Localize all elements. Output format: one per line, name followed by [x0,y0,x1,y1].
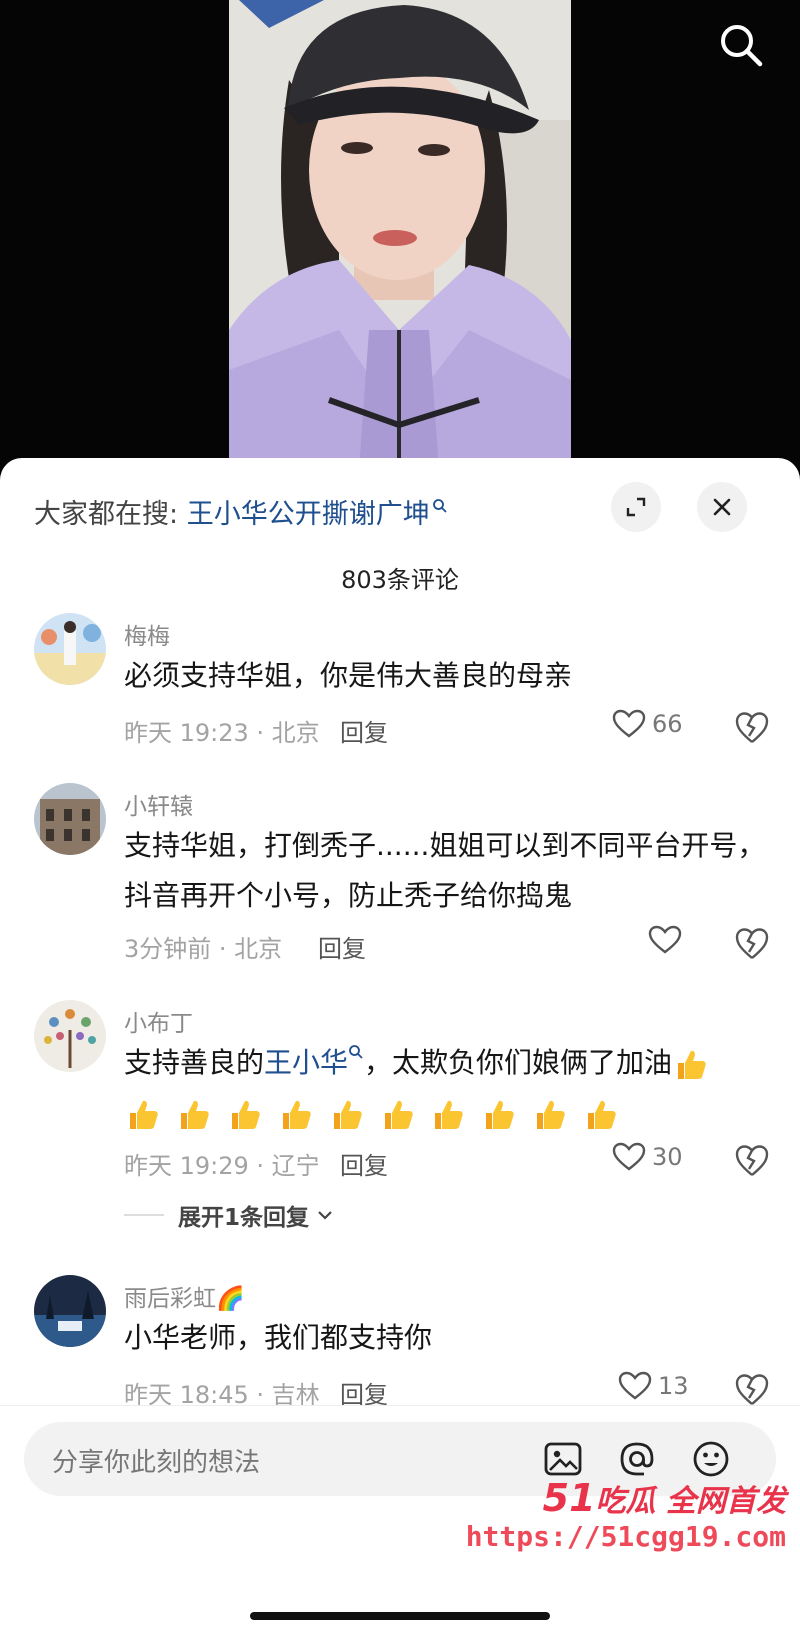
expand-icon[interactable] [611,482,661,532]
thumbs-up-icon [226,1095,264,1133]
comment-text: 必须支持华姐，你是伟大善良的母亲 [124,659,573,692]
watermark-brand-text: 吃瓜 全网首发 [595,1484,786,1519]
watermark-brand: 51吃瓜 全网首发 [466,1476,786,1520]
home-indicator[interactable] [250,1612,550,1620]
like-count: 13 [658,1372,689,1400]
comment-search-link[interactable]: 王小华 [264,1046,348,1079]
comment-input-placeholder: 分享你此刻的想法 [52,1448,261,1478]
dislike-icon[interactable] [734,1372,770,1408]
reply-button[interactable]: 回复 [340,1146,388,1181]
like-button[interactable] [648,925,688,955]
comment-username[interactable]: 小布丁 [124,1004,193,1038]
at-icon[interactable] [616,1438,658,1480]
thumbs-up-icon [672,1045,710,1083]
avatar[interactable] [34,1000,106,1072]
thumbs-up-row [124,1088,624,1138]
search-suggestion-query[interactable]: 王小华公开撕谢广坤 [187,499,430,530]
video-person-image [229,0,571,470]
heart-icon [612,709,646,738]
expand-divider [124,1214,164,1216]
thumbs-up-icon [379,1095,417,1133]
like-button[interactable]: 30 [612,1142,683,1172]
comment-text-suffix: ，太欺负你们娘俩了加油 [364,1046,673,1079]
sheet-header: 大家都在搜: 王小华公开撕谢广坤 [0,458,800,558]
comment-count: 803条评论 [341,566,459,594]
thumbs-up-icon [277,1095,315,1133]
thumbs-up-icon [328,1095,366,1133]
dislike-icon[interactable] [734,1143,770,1179]
like-count: 30 [652,1143,683,1171]
search-suggestion[interactable]: 大家都在搜: 王小华公开撕谢广坤 [34,492,448,531]
dislike-icon[interactable] [734,710,770,746]
search-mini-icon [432,490,448,521]
like-button[interactable]: 66 [612,709,683,739]
heart-icon [618,1371,652,1400]
expand-replies-button[interactable]: 展开1条回复 [124,1198,335,1232]
dislike-icon[interactable] [734,926,770,962]
thumbs-up-icon [124,1095,162,1133]
heart-icon [648,925,682,954]
comment-time-location: 3分钟前 · 北京 [124,935,283,963]
chevron-down-icon [318,1211,332,1220]
like-button[interactable]: 13 [618,1371,689,1401]
comment-text: 小华老师，我们都支持你 [124,1321,433,1354]
comment-time-location: 昨天 19:23 · 北京 [124,719,320,747]
thumbs-up-icon [480,1095,518,1133]
comment-time-location: 昨天 19:29 · 辽宁 [124,1152,320,1180]
comment-text: 支持华姐，打倒秃子......姐姐可以到不同平台开号，抖音再开个小号，防止秃子给… [124,829,766,912]
avatar[interactable] [34,613,106,685]
thumbs-up-icon [582,1095,620,1133]
thumbs-up-icon [531,1095,569,1133]
thumbs-up-icon [429,1095,467,1133]
comment-username[interactable]: 梅梅 [124,617,170,651]
input-divider [0,1405,800,1406]
close-icon[interactable] [697,482,747,532]
watermark: 51吃瓜 全网首发 https://51cgg19.com [466,1476,786,1553]
comment-username[interactable]: 小轩辕 [124,787,193,821]
like-count: 66 [652,710,683,738]
search-suggestion-prefix: 大家都在搜: [34,499,179,530]
comment-text: 支持善良的王小华 ，太欺负你们娘俩了加油 [124,1038,769,1138]
video-frame [229,0,571,470]
search-mini-icon [349,1045,363,1059]
thumbs-up-emojis [672,1038,714,1088]
watermark-url: https://51cgg19.com [465,1520,786,1553]
heart-icon [612,1142,646,1171]
expand-replies-label: 展开1条回复 [178,1205,310,1231]
comment-username[interactable]: 雨后彩虹🌈 [124,1279,245,1313]
reply-button[interactable]: 回复 [340,713,388,748]
avatar[interactable] [34,1275,106,1347]
avatar[interactable] [34,783,106,855]
watermark-brand-number: 51 [542,1476,596,1520]
comment-text-prefix: 支持善良的 [124,1046,265,1079]
emoji-icon[interactable] [690,1438,732,1480]
search-icon[interactable] [716,20,766,70]
image-icon[interactable] [542,1438,584,1480]
video-player[interactable] [0,0,800,470]
thumbs-up-icon [175,1095,213,1133]
reply-button[interactable]: 回复 [318,929,366,964]
